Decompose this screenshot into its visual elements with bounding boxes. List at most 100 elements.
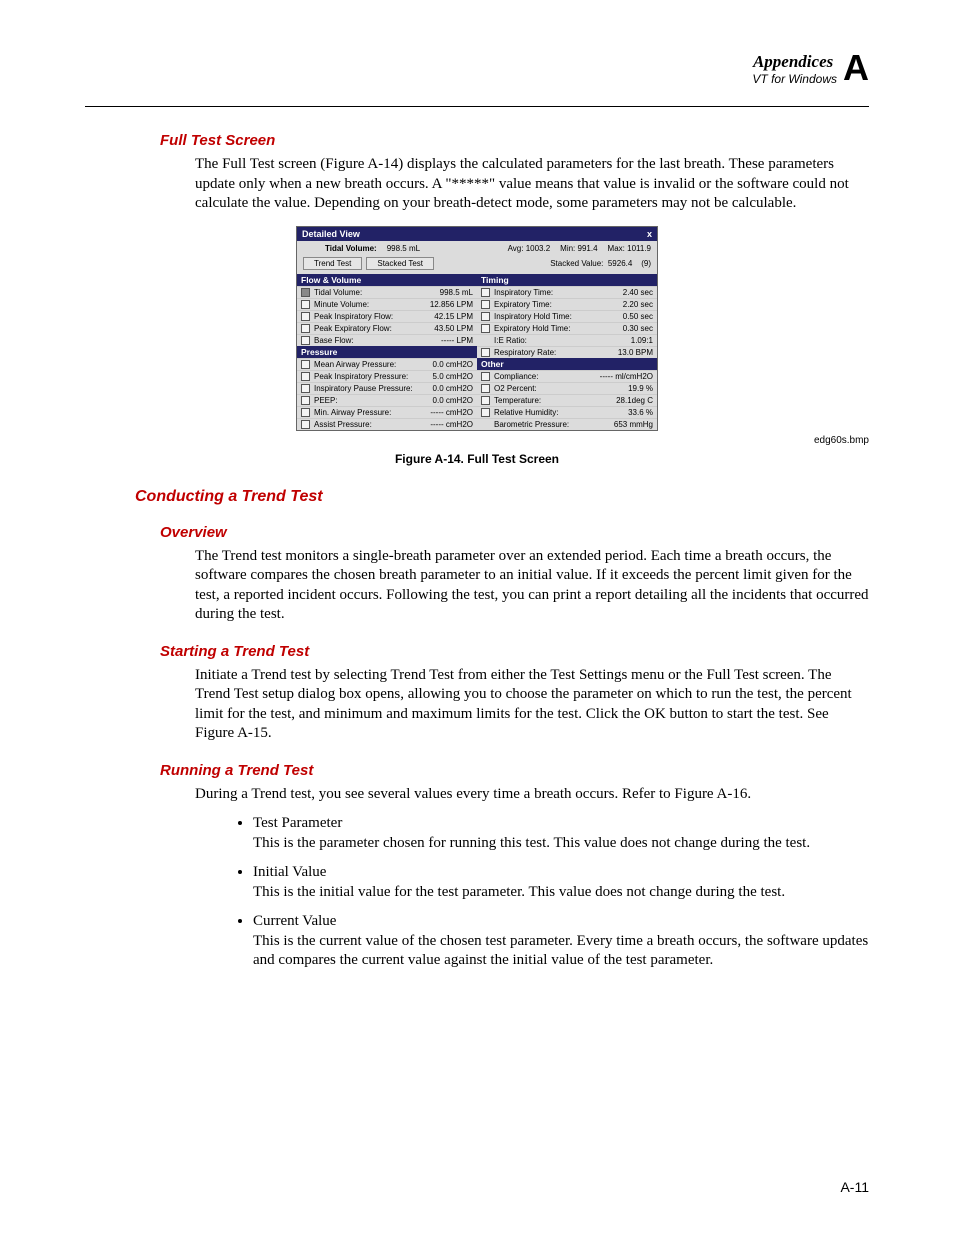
checkbox-icon[interactable] [481, 384, 490, 393]
list-item: Respiratory Rate: 13.0 BPM [477, 346, 657, 358]
shot-titlebar: Detailed View x [297, 227, 657, 241]
bullet-desc: This is the initial value for the test p… [253, 884, 785, 900]
checkbox-icon[interactable] [301, 420, 310, 429]
header-appendices: Appendices [753, 52, 833, 72]
heading-overview: Overview [160, 524, 869, 541]
checkbox-icon[interactable] [481, 288, 490, 297]
item-label: Tidal Volume: [314, 288, 436, 297]
checkbox-icon[interactable] [301, 360, 310, 369]
list-item: Inspiratory Time:2.40 sec [477, 286, 657, 298]
bullet-term: Test Parameter [253, 814, 869, 834]
item-value: 653 mmHg [614, 420, 653, 429]
item-label: Expiratory Hold Time: [494, 324, 619, 333]
list-item: Relative Humidity:33.6 % [477, 406, 657, 418]
item-label: Respiratory Rate: [494, 348, 614, 357]
item-value: ----- LPM [441, 336, 473, 345]
list-item: Compliance: ----- ml/cmH2O [477, 370, 657, 382]
item-label: I:E Ratio: [494, 336, 627, 345]
item-value: 0.0 cmH2O [433, 384, 473, 393]
item-value: 0.30 sec [623, 324, 653, 333]
item-label: Expiratory Time: [494, 300, 619, 309]
item-label: Barometric Pressure: [494, 420, 610, 429]
checkbox-icon[interactable] [301, 384, 310, 393]
heading-full-test: Full Test Screen [160, 132, 869, 149]
checkbox-icon[interactable] [481, 408, 490, 417]
checkbox-icon[interactable] [301, 396, 310, 405]
heading-starting: Starting a Trend Test [160, 643, 869, 660]
checkbox-icon[interactable] [481, 312, 490, 321]
checkbox-icon[interactable] [301, 312, 310, 321]
item-value: ----- ml/cmH2O [600, 372, 653, 381]
tidal-value: 998.5 mL [387, 244, 420, 253]
bullet-item: Test ParameterThis is the parameter chos… [253, 814, 869, 853]
checkbox-icon[interactable] [301, 288, 310, 297]
checkbox-icon[interactable] [481, 348, 490, 357]
appendix-letter: A [843, 50, 869, 86]
item-label: Assist Pressure: [314, 420, 426, 429]
item-label: Peak Expiratory Flow: [314, 324, 430, 333]
other-head: Other [477, 358, 657, 370]
para-running: During a Trend test, you see several val… [195, 785, 869, 805]
list-item: Expiratory Hold Time: 0.30 sec [477, 322, 657, 334]
left-column: Flow & Volume Tidal Volume:998.5 mLMinut… [297, 274, 477, 430]
list-item: Barometric Pressure: 653 mmHg [477, 418, 657, 430]
item-value: 12.856 LPM [430, 300, 473, 309]
pressure-head: Pressure [297, 346, 477, 358]
item-label: Peak Inspiratory Flow: [314, 312, 430, 321]
figure-caption: Figure A-14. Full Test Screen [85, 452, 869, 466]
para-overview: The Trend test monitors a single-breath … [195, 547, 869, 625]
checkbox-icon[interactable] [481, 372, 490, 381]
item-label: Inspiratory Pause Pressure: [314, 384, 429, 393]
header-rule [85, 106, 869, 107]
list-item: Peak Expiratory Flow: 43.50 LPM [297, 322, 477, 334]
checkbox-icon[interactable] [301, 300, 310, 309]
list-item: Min. Airway Pressure:----- cmH2O [297, 406, 477, 418]
close-icon[interactable]: x [647, 229, 652, 239]
checkbox-icon[interactable] [301, 408, 310, 417]
item-value: 42.15 LPM [434, 312, 473, 321]
checkbox-icon[interactable] [481, 324, 490, 333]
item-value: 0.0 cmH2O [433, 396, 473, 405]
item-label: Base Flow: [314, 336, 437, 345]
list-item: Expiratory Time: 2.20 sec [477, 298, 657, 310]
item-value: 2.20 sec [623, 300, 653, 309]
figure-a14: Detailed View x Tidal Volume: 998.5 mL A… [85, 226, 869, 431]
checkbox-icon[interactable] [301, 336, 310, 345]
checkbox-icon[interactable] [481, 396, 490, 405]
list-item: Peak Inspiratory Flow: 42.15 LPM [297, 310, 477, 322]
list-item: Inspiratory Pause Pressure: 0.0 cmH2O [297, 382, 477, 394]
screenshot-detailed-view: Detailed View x Tidal Volume: 998.5 mL A… [296, 226, 658, 431]
item-label: Temperature: [494, 396, 612, 405]
bullet-desc: This is the current value of the chosen … [253, 933, 868, 969]
list-item: Base Flow: ----- LPM [297, 334, 477, 346]
item-label: Relative Humidity: [494, 408, 624, 417]
item-label: Compliance: [494, 372, 596, 381]
heading-running: Running a Trend Test [160, 762, 869, 779]
trend-test-button[interactable]: Trend Test [303, 257, 362, 270]
item-label: Inspiratory Hold Time: [494, 312, 619, 321]
item-label: Minute Volume: [314, 300, 426, 309]
checkbox-icon[interactable] [301, 372, 310, 381]
list-item: Inspiratory Hold Time: 0.50 sec [477, 310, 657, 322]
bullet-item: Initial ValueThis is the initial value f… [253, 863, 869, 902]
item-label: Mean Airway Pressure: [314, 360, 429, 369]
item-label: Min. Airway Pressure: [314, 408, 426, 417]
timing-head: Timing [477, 274, 657, 286]
item-value: 5.0 cmH2O [433, 372, 473, 381]
item-value: 0.50 sec [623, 312, 653, 321]
item-value: 43.50 LPM [434, 324, 473, 333]
running-list: Test ParameterThis is the parameter chos… [195, 814, 869, 971]
item-label: O2 Percent: [494, 384, 624, 393]
checkbox-icon[interactable] [481, 300, 490, 309]
item-value: 998.5 mL [440, 288, 473, 297]
stacked-test-button[interactable]: Stacked Test [366, 257, 434, 270]
list-item: Temperature:28.1deg C [477, 394, 657, 406]
checkbox-icon[interactable] [301, 324, 310, 333]
item-value: 13.0 BPM [618, 348, 653, 357]
list-item: Mean Airway Pressure:0.0 cmH2O [297, 358, 477, 370]
tidal-label: Tidal Volume: [325, 244, 377, 253]
item-label: PEEP: [314, 396, 429, 405]
bullet-term: Initial Value [253, 863, 869, 883]
item-label: Inspiratory Time: [494, 288, 619, 297]
list-item: Assist Pressure:----- cmH2O [297, 418, 477, 430]
